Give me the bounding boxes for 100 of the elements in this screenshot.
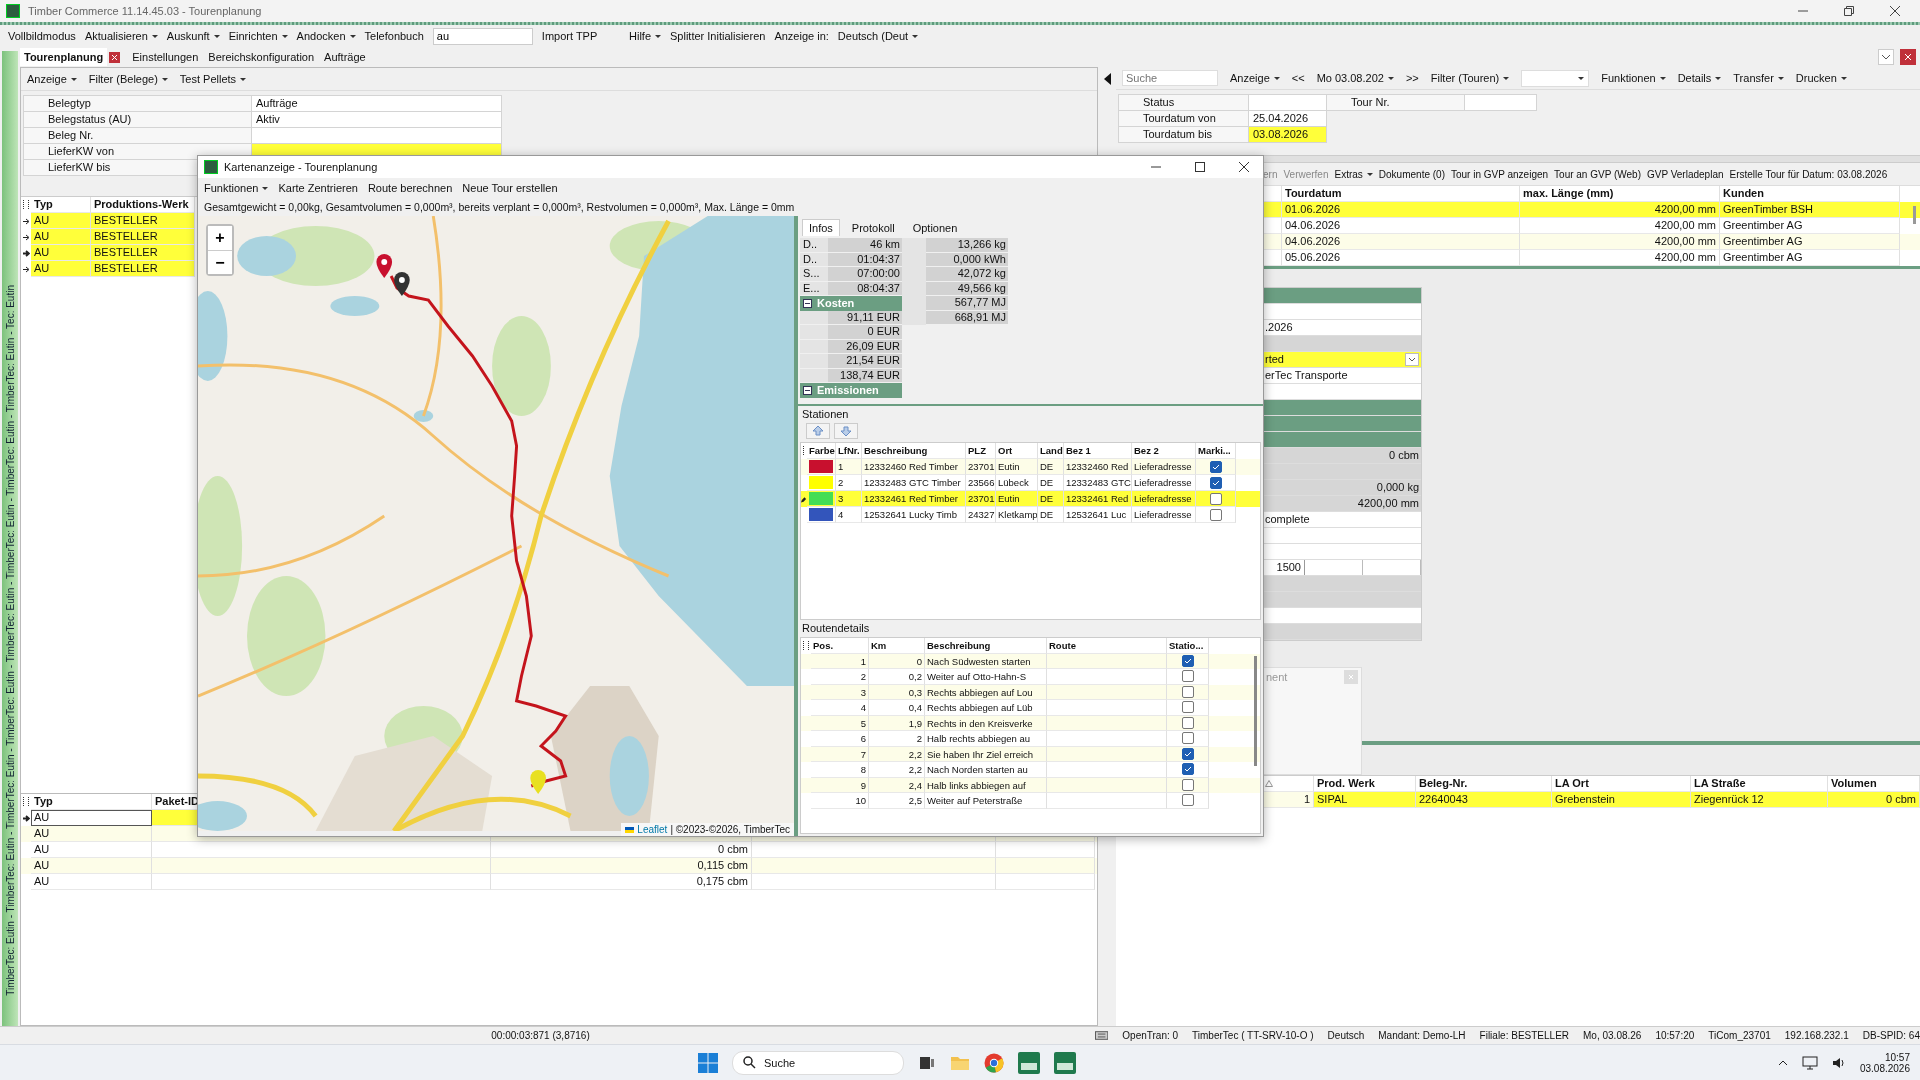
status-select[interactable]: rted (1263, 352, 1421, 368)
toolbar-button[interactable]: Anzeige (1230, 72, 1280, 84)
taskbar-search-field[interactable]: Suche (731, 1050, 904, 1075)
filter-field[interactable] (1249, 95, 1327, 111)
checkbox[interactable] (1181, 670, 1194, 683)
filter-field[interactable]: Aktiv (252, 112, 502, 128)
checkbox[interactable] (1209, 476, 1222, 489)
action-button[interactable]: Dokumente (0) (1378, 168, 1445, 180)
menu-item[interactable]: Aktualisieren (84, 30, 158, 42)
table-row[interactable]: 3 12332461 Red Timber 23701 Eutin DE 12332461 Red Lieferadresse (801, 491, 1260, 507)
sort-icon[interactable] (1265, 780, 1273, 787)
date-select[interactable]: Mo 03.08.202 (1316, 72, 1394, 84)
toolbar-button[interactable]: Test Pellets (179, 73, 247, 85)
column-header[interactable]: LA Straße (1691, 776, 1828, 792)
action-button[interactable]: GVP Verladeplan (1646, 168, 1724, 180)
zoom-out-button[interactable]: − (208, 250, 232, 274)
close-icon[interactable] (1900, 49, 1916, 65)
column-header[interactable]: Beschreibung (862, 443, 966, 459)
restore-icon[interactable] (1844, 6, 1854, 16)
action-button[interactable]: Tour in GVP anzeigen (1450, 168, 1549, 180)
attribution-link[interactable]: Leaflet (637, 824, 668, 835)
chevron-down-icon[interactable] (1878, 49, 1894, 65)
column-header[interactable]: Route (1047, 638, 1167, 654)
column-header[interactable]: Bez 1 (1064, 443, 1132, 459)
collapse-icon[interactable] (803, 385, 812, 395)
checkbox[interactable] (1181, 654, 1194, 667)
column-header[interactable]: Typ (31, 197, 91, 213)
table-row[interactable]: 1 12332460 Red Timber 23701 Eutin DE 12332460 Red Lieferadresse (801, 459, 1260, 475)
scrollbar-thumb[interactable] (1913, 206, 1916, 224)
close-icon[interactable] (1890, 6, 1900, 16)
column-header[interactable]: Beleg-Nr. (1416, 776, 1552, 792)
toolbar-button[interactable]: Funktionen (1601, 72, 1666, 84)
table-row[interactable]: 1 SIPAL 22640043 Grebenstein Ziegenrück 12 0 cbm (1262, 792, 1920, 808)
column-header[interactable]: Statio... (1167, 638, 1209, 654)
table-row[interactable]: 04.06.2026 4200,00 mm Greentimber AG (1262, 234, 1920, 250)
detail-field[interactable] (1263, 528, 1421, 544)
column-header[interactable] (1262, 776, 1314, 792)
filter-field[interactable]: Aufträge (252, 96, 502, 112)
tab[interactable]: Tourenplanung (20, 48, 108, 66)
toolbar-button[interactable]: Route berechnen (367, 182, 453, 194)
search-field[interactable]: Suche (1122, 70, 1218, 86)
toolbar-button[interactable]: Anzeige (27, 73, 77, 85)
menu-item[interactable]: Hilfe (629, 30, 661, 42)
tab[interactable]: Aufträge (320, 48, 370, 66)
checkbox[interactable] (1181, 701, 1194, 714)
column-header[interactable]: PLZ (966, 443, 996, 459)
detail-field[interactable] (1263, 608, 1421, 624)
tab[interactable]: Optionen (906, 220, 964, 236)
app-icon[interactable] (1053, 1051, 1076, 1074)
detail-field[interactable]: complete (1263, 512, 1421, 528)
column-header[interactable]: LfNr. (836, 443, 862, 459)
checkbox[interactable] (1181, 794, 1194, 807)
close-icon[interactable] (1239, 162, 1249, 172)
nav-button[interactable]: >> (1405, 72, 1419, 84)
checkbox[interactable] (1181, 716, 1194, 729)
collapse-icon[interactable] (803, 298, 812, 308)
scrollbar-thumb[interactable] (1254, 656, 1257, 766)
checkbox[interactable] (1209, 492, 1222, 505)
column-header[interactable]: max. Länge (mm) (1520, 186, 1720, 202)
column-header[interactable]: Pos. (811, 638, 869, 654)
toolbar-button[interactable]: Details (1677, 72, 1722, 84)
toolbar-button[interactable]: Filter (Belege) (88, 73, 168, 85)
column-header[interactable]: LA Ort (1552, 776, 1691, 792)
checkbox[interactable] (1181, 732, 1194, 745)
toolbar-button[interactable]: Drucken (1795, 72, 1847, 84)
action-button[interactable]: Tour an GVP (Web) (1554, 168, 1641, 180)
column-header[interactable]: Kunden (1720, 186, 1900, 202)
detail-field[interactable]: .2026 (1263, 320, 1421, 336)
windows-logo-icon[interactable] (697, 1052, 718, 1073)
phonebook-field[interactable]: au (432, 27, 533, 45)
column-header[interactable]: Prod. Werk (1314, 776, 1416, 792)
nav-button[interactable]: << (1291, 72, 1305, 84)
chevron-up-icon[interactable] (1777, 1059, 1788, 1066)
filter-field[interactable]: 25.04.2026 (1249, 111, 1327, 127)
collapse-arrow-icon[interactable] (1103, 73, 1111, 85)
speaker-icon[interactable] (1831, 1055, 1846, 1070)
detail-field[interactable] (1263, 304, 1421, 320)
column-header[interactable]: Produktions-Werk (91, 197, 195, 213)
menu-item[interactable]: Andocken (296, 30, 356, 42)
column-header[interactable]: Farbe (807, 443, 836, 459)
filter-field[interactable] (1465, 95, 1537, 111)
arrow-down-icon[interactable] (834, 423, 858, 439)
column-header[interactable]: Km (869, 638, 925, 654)
menu-item[interactable]: Auskunft (166, 30, 220, 42)
table-row[interactable]: 01.06.2026 4200,00 mm GreenTimber BSH (1262, 202, 1920, 218)
app-icon[interactable] (1017, 1051, 1040, 1074)
toolbar-button[interactable]: Karte Zentrieren (278, 182, 358, 194)
column-header[interactable]: Ort (996, 443, 1038, 459)
column-header[interactable]: Bez 2 (1132, 443, 1196, 459)
action-button[interactable]: Extras (1334, 168, 1373, 180)
checkbox[interactable] (1209, 508, 1222, 521)
column-header[interactable]: Land (1038, 443, 1064, 459)
tab[interactable]: Einstellungen (128, 48, 203, 66)
toolbar-button[interactable]: Neue Tour erstellen (462, 182, 558, 194)
column-header[interactable]: Volumen (1828, 776, 1920, 792)
toolbar-button[interactable]: Transfer (1733, 72, 1784, 84)
column-chooser-icon[interactable] (23, 797, 29, 806)
column-header[interactable]: Marki... (1196, 443, 1236, 459)
column-chooser-icon[interactable] (23, 200, 29, 209)
detail-field[interactable] (1263, 384, 1421, 400)
